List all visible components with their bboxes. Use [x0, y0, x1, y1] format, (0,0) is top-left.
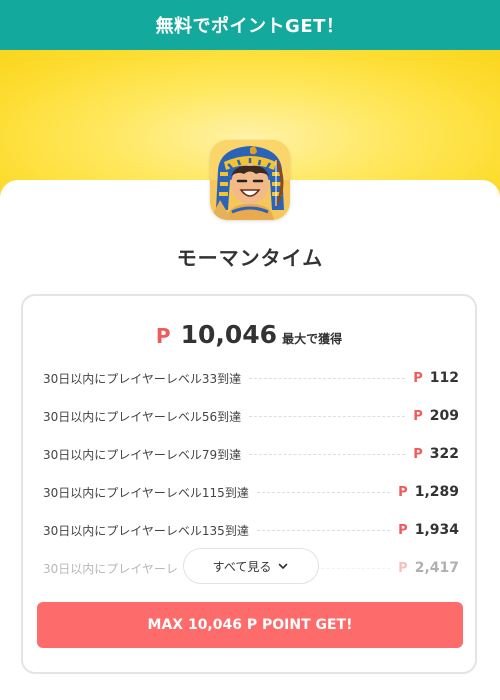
reward-row: 30日以内にプレイヤーレベル135到達 P 1,934: [43, 520, 459, 540]
max-points-value: 10,046: [180, 320, 278, 349]
point-symbol: P: [398, 484, 408, 500]
dotted-leader: [249, 415, 406, 417]
reward-condition: 30日以内にプレイヤーレベル115到達: [43, 485, 249, 500]
reward-row: 30日以内にプレイヤーレベル56到達 P 209: [43, 406, 459, 426]
reward-condition: 30日以内にプレイヤーレベル56到達: [43, 409, 242, 424]
reward-row: 30日以内にプレイヤーレベル33到達 P 112: [43, 368, 459, 388]
dotted-leader: [249, 453, 406, 455]
point-symbol: P: [413, 446, 423, 462]
point-symbol: P: [398, 522, 408, 538]
reward-points: 1,289: [414, 484, 459, 500]
point-symbol: P: [413, 370, 423, 386]
point-symbol: P: [155, 324, 171, 348]
reward-points: 322: [429, 446, 459, 462]
get-points-button[interactable]: MAX 10,046 P POINT GET!: [37, 602, 463, 648]
reward-condition: 30日以内にプレイヤーレ: [43, 561, 178, 576]
app-title: モーマンタイム: [176, 246, 324, 270]
get-points-label: MAX 10,046 P POINT GET!: [147, 617, 353, 633]
reward-points: 2,417: [414, 560, 459, 576]
reward-condition: 30日以内にプレイヤーレベル79到達: [43, 447, 242, 462]
reward-points: 209: [429, 408, 459, 424]
see-all-label: すべて見る: [212, 559, 272, 574]
see-all-button[interactable]: すべて見る: [183, 548, 319, 584]
dotted-leader: [249, 377, 406, 379]
header-title: 無料でポイントGET！: [155, 16, 345, 37]
app-icon: [210, 140, 290, 220]
max-points-summary: P 10,046 最大で獲得: [23, 320, 475, 349]
reward-points: 1,934: [414, 522, 459, 538]
reward-points: 112: [429, 370, 459, 386]
page-header: 無料でポイントGET！: [0, 0, 500, 50]
point-symbol: P: [398, 560, 408, 576]
dotted-leader: [256, 529, 391, 531]
max-points-label: 最大で獲得: [282, 332, 343, 346]
pharaoh-character-icon: [210, 140, 290, 220]
reward-row: 30日以内にプレイヤーレベル79到達 P 322: [43, 444, 459, 464]
reward-card: P 10,046 最大で獲得 30日以内にプレイヤーレベル33到達 P 112 …: [21, 294, 477, 674]
chevron-down-icon: [277, 560, 289, 572]
point-symbol: P: [413, 408, 423, 424]
reward-condition: 30日以内にプレイヤーレベル135到達: [43, 523, 249, 538]
dotted-leader: [256, 491, 391, 493]
reward-condition: 30日以内にプレイヤーレベル33到達: [43, 371, 242, 386]
reward-row: 30日以内にプレイヤーレベル115到達 P 1,289: [43, 482, 459, 502]
